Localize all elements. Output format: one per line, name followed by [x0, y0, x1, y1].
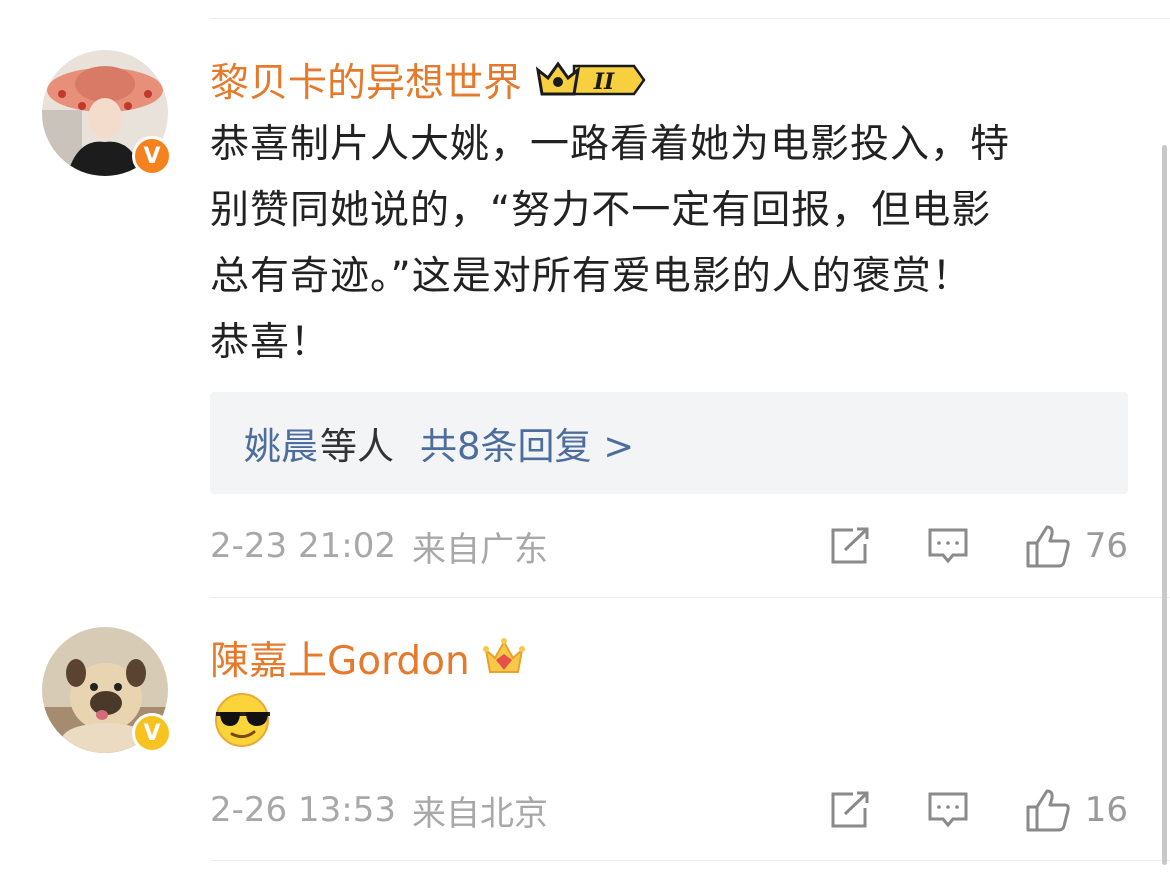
- avatar[interactable]: V: [42, 627, 172, 753]
- username[interactable]: 黎贝卡的异想世界 II: [210, 52, 646, 108]
- username-text[interactable]: 陳嘉上Gordon: [210, 630, 470, 686]
- svg-text:II: II: [593, 69, 615, 95]
- scrollbar[interactable]: [1162, 145, 1167, 865]
- top-divider: [210, 18, 1170, 19]
- comment-icon[interactable]: [927, 790, 969, 830]
- comment-icon[interactable]: [927, 526, 969, 566]
- comment-text-line: 总有奇迹。”这是对所有爱电影的人的褒赏！: [210, 254, 972, 299]
- comment-actions: 76: [829, 521, 1128, 571]
- comment-divider: [210, 860, 1170, 861]
- crown-level-badge-icon: II: [535, 61, 646, 96]
- username[interactable]: 陳嘉上Gordon: [210, 630, 526, 686]
- comment-meta: 2-23 21:02 来自广东 76: [210, 521, 1128, 571]
- comment-text: 恭喜制片人大姚，一路看着她为电影投入，特 别赞同她说的，“努力不一定有回报，但电…: [210, 112, 1140, 376]
- share-icon[interactable]: [829, 526, 871, 566]
- verified-badge: V: [132, 713, 172, 753]
- replies-preview[interactable]: 姚晨 等人 共8条回复 >: [210, 392, 1128, 494]
- comment-time: 2-26 13:53: [210, 790, 396, 830]
- comment-location: 来自北京: [411, 793, 548, 834]
- like-button[interactable]: 76: [1025, 523, 1128, 569]
- like-count: 16: [1084, 790, 1128, 830]
- reply-others-label: 等人: [320, 425, 394, 468]
- sunglasses-emoji: [214, 692, 274, 752]
- comment-text-line: 恭喜！: [210, 320, 331, 365]
- like-icon[interactable]: [1025, 787, 1071, 833]
- comment-location: 来自广东: [411, 529, 548, 570]
- comment-text-line: 别赞同她说的，“努力不一定有回报，但电影: [210, 188, 992, 233]
- crown-icon: [482, 638, 525, 673]
- like-count: 76: [1084, 526, 1128, 566]
- reply-user-name[interactable]: 姚晨: [244, 416, 318, 470]
- avatar[interactable]: V: [42, 50, 172, 176]
- comment-text-line: 恭喜制片人大姚，一路看着她为电影投入，特: [210, 122, 1011, 167]
- comment-divider: [210, 597, 1170, 598]
- reply-count-link[interactable]: 共8条回复 >: [420, 416, 634, 470]
- share-icon[interactable]: [829, 790, 871, 830]
- verified-badge: V: [132, 136, 172, 176]
- like-button[interactable]: 16: [1025, 787, 1128, 833]
- like-icon[interactable]: [1025, 523, 1071, 569]
- comment-time: 2-23 21:02: [210, 526, 396, 566]
- username-text[interactable]: 黎贝卡的异想世界: [210, 52, 522, 108]
- comment-actions: 16: [829, 785, 1128, 835]
- comment-meta: 2-26 13:53 来自北京 16: [210, 785, 1128, 835]
